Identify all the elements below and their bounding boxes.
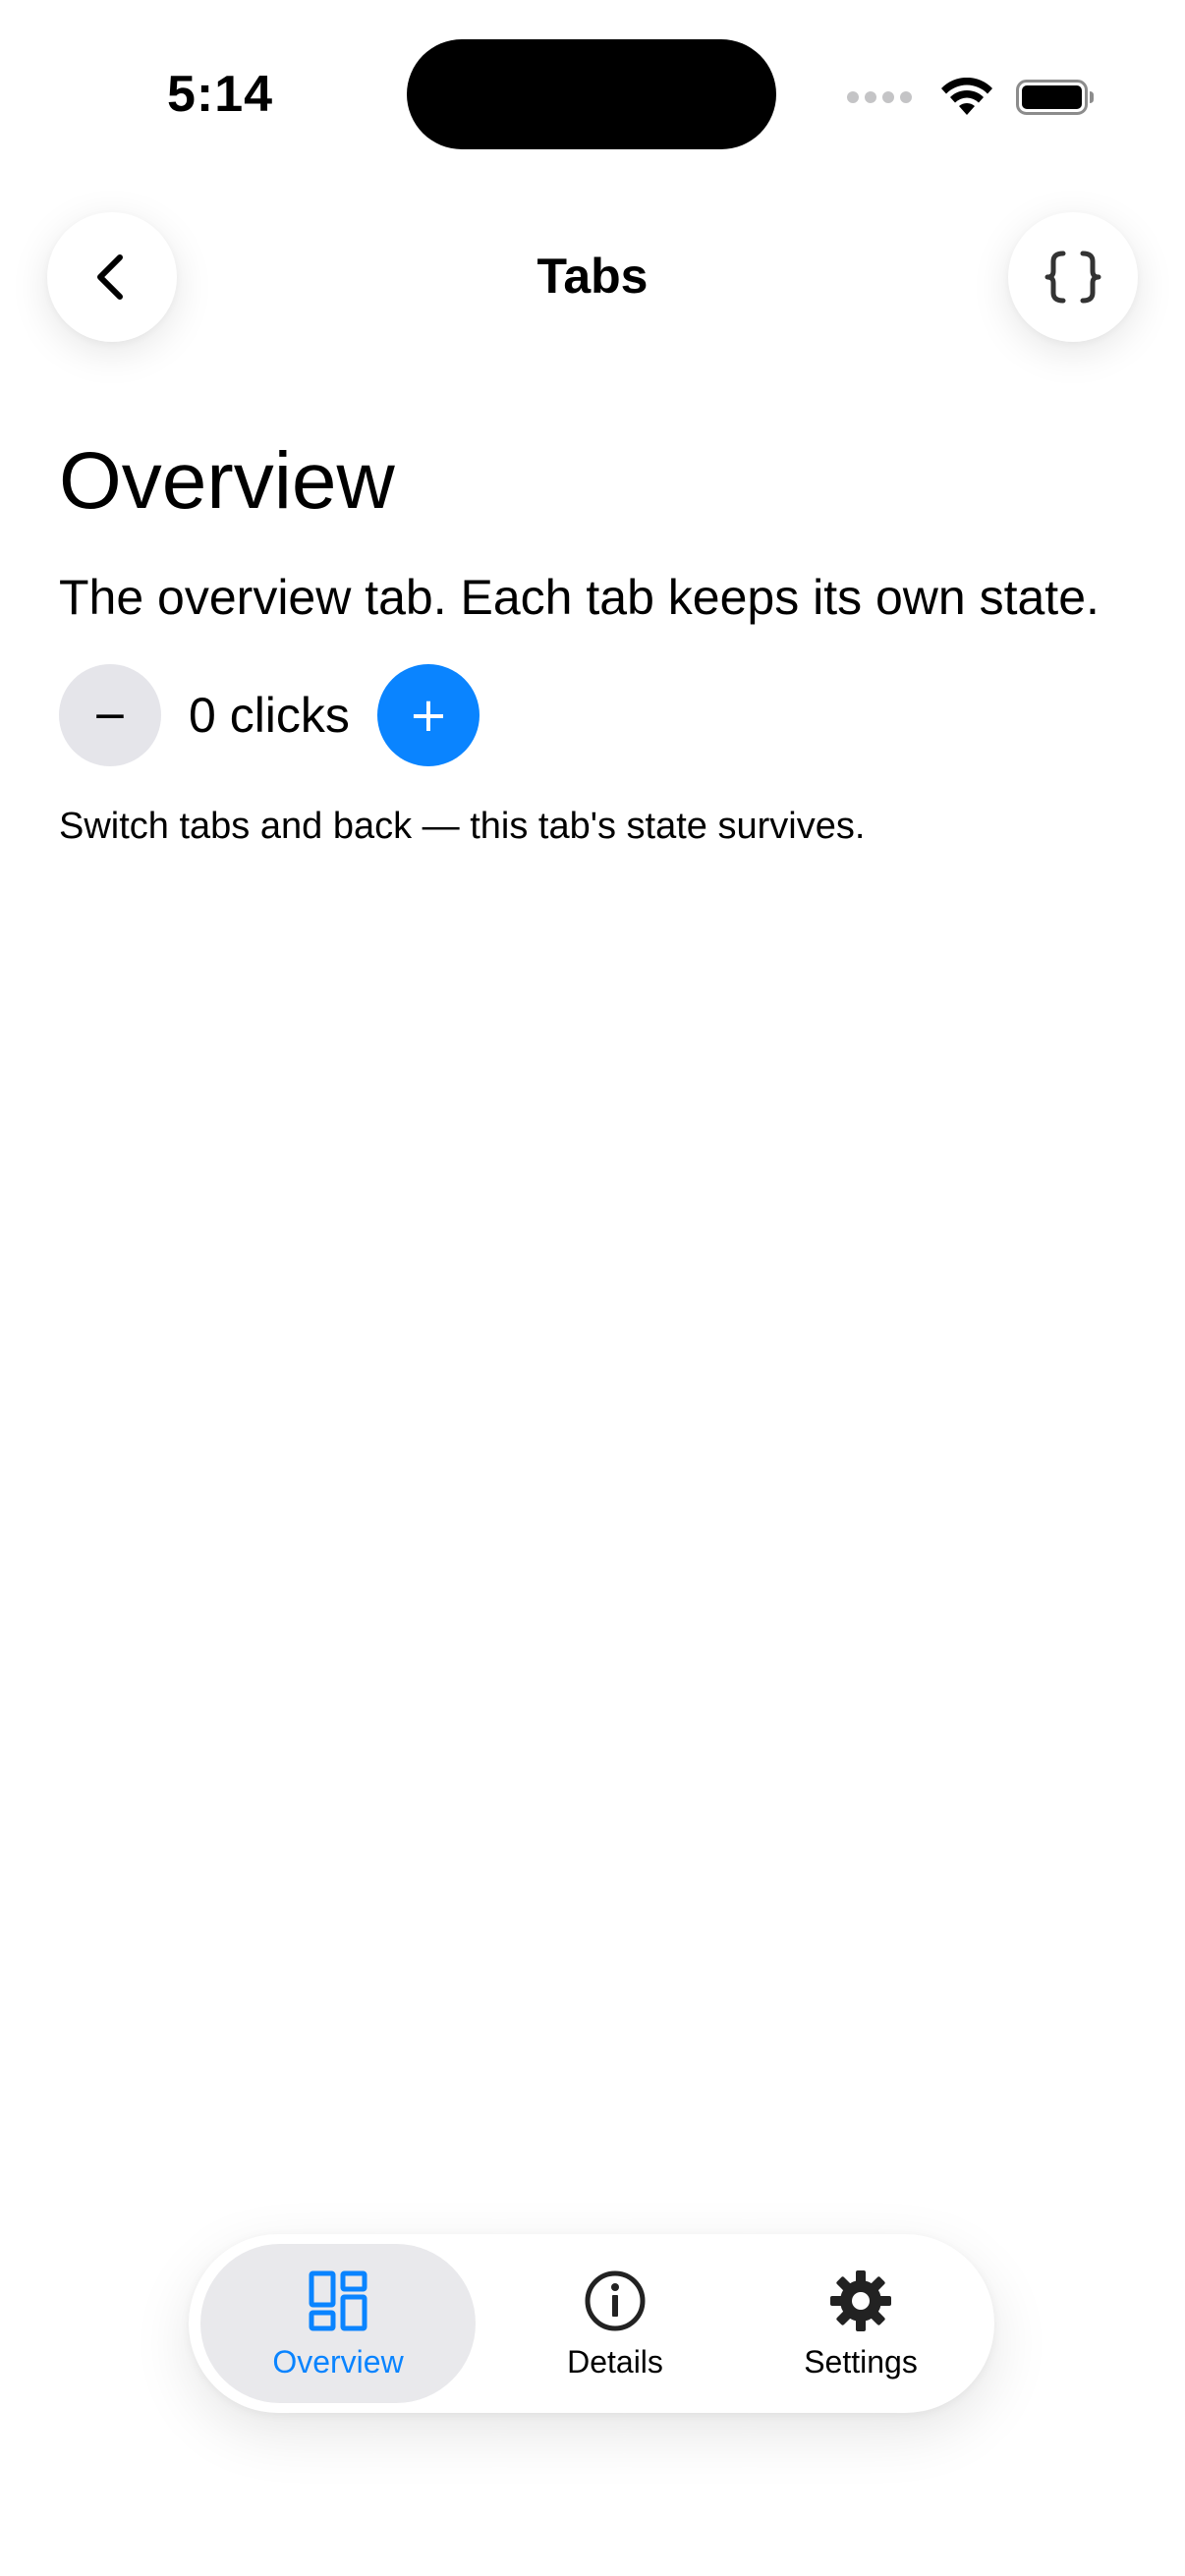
tab-overview[interactable]: Overview: [200, 2244, 476, 2403]
tab-settings[interactable]: Settings: [739, 2244, 983, 2403]
tab-label: Overview: [272, 2343, 404, 2380]
tab-label: Settings: [804, 2343, 918, 2380]
increment-button[interactable]: +: [376, 664, 480, 766]
tab-bar: Overview Details Settings: [189, 2234, 994, 2413]
gear-icon: [830, 2269, 891, 2331]
status-time: 5:14: [167, 66, 274, 123]
cellular-signal-icon: [847, 91, 912, 103]
curly-braces-icon: [1044, 251, 1101, 304]
click-count: 0 clicks: [189, 688, 350, 743]
state-hint: Switch tabs and back — this tab's state …: [59, 806, 866, 847]
dashboard-icon: [309, 2270, 367, 2330]
tab-label: Details: [567, 2343, 663, 2380]
code-button[interactable]: [1008, 212, 1138, 342]
page-heading: Overview: [59, 436, 395, 526]
decrement-button[interactable]: −: [59, 664, 161, 766]
dynamic-island: [407, 39, 776, 149]
battery-icon: [1016, 80, 1094, 115]
tab-description: The overview tab. Each tab keeps its own…: [59, 570, 1100, 625]
wifi-icon: [941, 78, 992, 115]
info-circle-icon: [585, 2270, 646, 2330]
status-indicators: [847, 73, 1095, 122]
counter: − 0 clicks +: [59, 664, 480, 766]
tab-details[interactable]: Details: [499, 2244, 731, 2403]
